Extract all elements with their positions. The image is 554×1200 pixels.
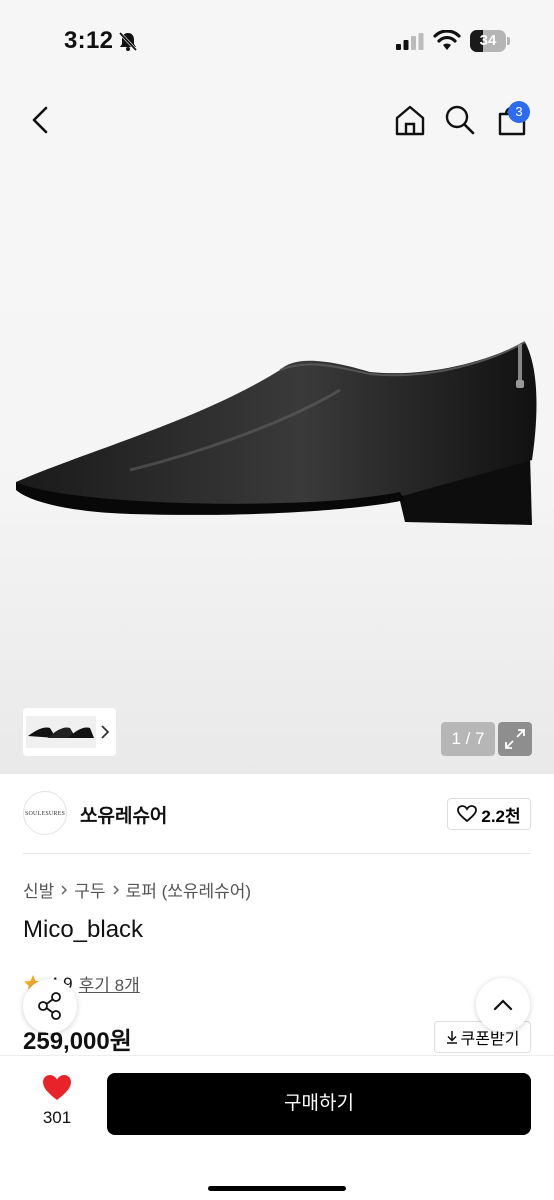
thumbnail-strip-button[interactable] bbox=[23, 708, 116, 756]
breadcrumb: 신발 구두 로퍼 (쏘유레슈어) bbox=[23, 877, 251, 902]
search-icon[interactable] bbox=[442, 102, 478, 138]
battery-indicator: 34 bbox=[470, 30, 510, 52]
share-icon bbox=[38, 992, 61, 1020]
status-bar: 3:12 34 bbox=[0, 0, 554, 80]
home-indicator bbox=[208, 1186, 346, 1191]
review-count-link[interactable]: 후기 8개 bbox=[79, 971, 140, 996]
wifi-icon bbox=[433, 30, 461, 50]
heart-outline-icon bbox=[457, 805, 478, 823]
breadcrumb-item[interactable]: 구두 bbox=[74, 877, 105, 902]
top-nav bbox=[0, 96, 554, 144]
battery-level: 34 bbox=[479, 32, 497, 49]
buy-button[interactable]: 구매하기 bbox=[107, 1073, 531, 1135]
image-counter: 1 / 7 bbox=[441, 722, 495, 756]
wishlist-count: 301 bbox=[42, 1108, 72, 1127]
share-button[interactable] bbox=[23, 979, 77, 1033]
chevron-right-icon bbox=[113, 884, 119, 895]
heart-filled-icon bbox=[43, 1075, 71, 1100]
download-icon bbox=[446, 1031, 457, 1044]
breadcrumb-item[interactable]: 로퍼 (쏘유레슈어) bbox=[126, 877, 252, 902]
chevron-right-icon bbox=[61, 884, 68, 895]
chevron-up-icon bbox=[493, 999, 513, 1011]
wishlist-button[interactable]: 301 bbox=[32, 1072, 82, 1132]
expand-icon[interactable] bbox=[498, 722, 532, 756]
bell-slash-icon bbox=[118, 31, 138, 52]
breadcrumb-item[interactable]: 신발 bbox=[23, 877, 54, 902]
scroll-top-button[interactable] bbox=[476, 978, 530, 1032]
brand-like-count: 2.2천 bbox=[481, 806, 521, 826]
status-time: 3:12 bbox=[64, 27, 114, 54]
product-image[interactable] bbox=[10, 330, 546, 540]
cart-count-badge: 3 bbox=[508, 101, 530, 123]
home-icon[interactable] bbox=[392, 102, 428, 138]
divider bbox=[23, 853, 531, 854]
thumbnail-image bbox=[26, 716, 96, 748]
brand-name[interactable]: 쏘유레슈어 bbox=[80, 801, 167, 828]
brand-like-button[interactable]: 2.2천 bbox=[447, 798, 531, 830]
chevron-right-icon bbox=[101, 725, 110, 739]
signal-icon bbox=[396, 33, 424, 50]
back-arrow-icon[interactable] bbox=[22, 102, 58, 138]
brand-logo[interactable]: SOULESURES bbox=[23, 791, 67, 835]
product-title: Mico_black bbox=[23, 916, 144, 943]
